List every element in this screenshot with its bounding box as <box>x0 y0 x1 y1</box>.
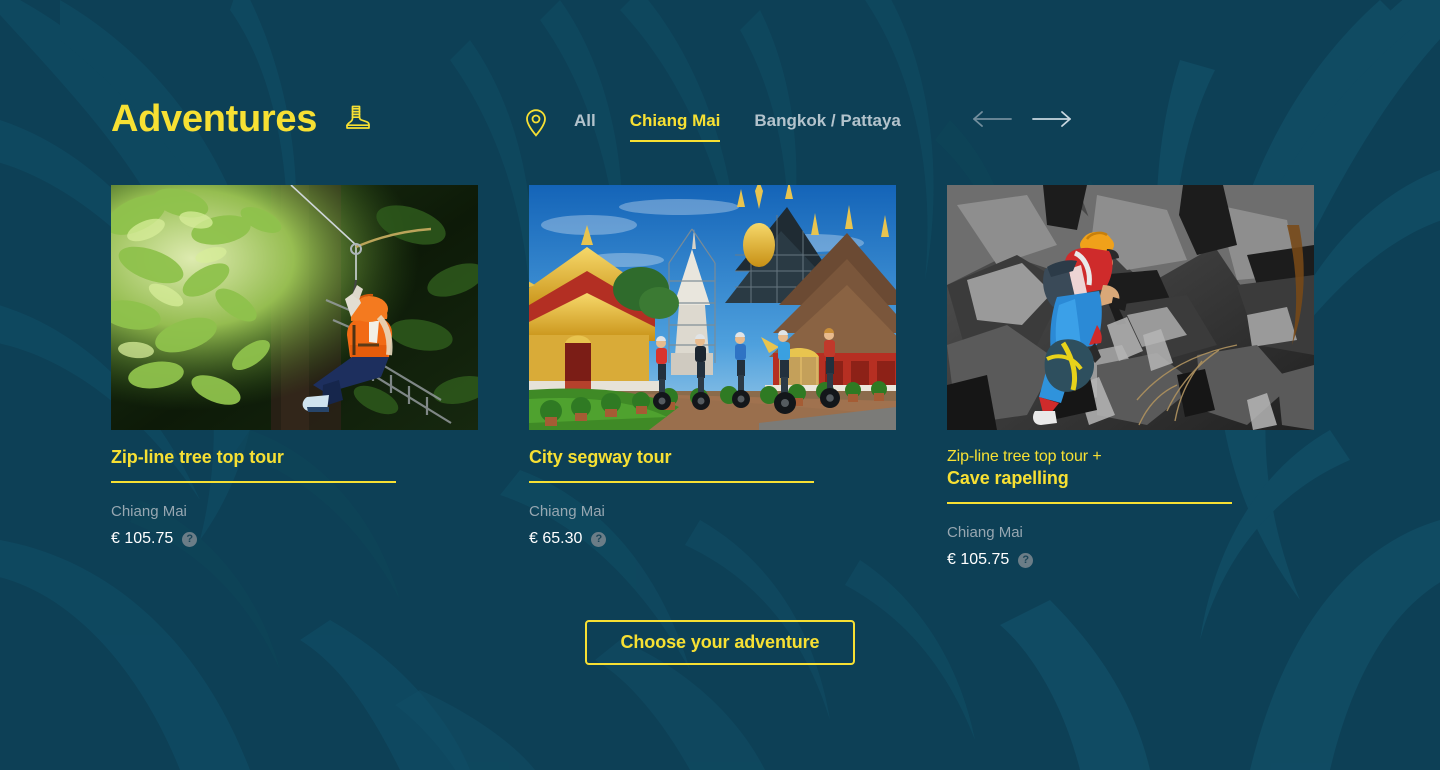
question-mark-icon[interactable]: ? <box>182 531 198 547</box>
card-body: City segway tour Chiang Mai € 65.30 ? <box>529 430 896 550</box>
card-title-main: Cave rapelling <box>947 468 1069 488</box>
adventure-card-list: Zip-line tree top tour Chiang Mai € 105.… <box>111 185 1314 571</box>
card-price-row: € 65.30 ? <box>529 528 896 550</box>
card-price: € 65.30 <box>529 530 583 547</box>
choose-your-adventure-button[interactable]: Choose your adventure <box>584 620 856 665</box>
carousel-arrows <box>972 110 1072 128</box>
title-underline <box>947 502 1232 504</box>
filter-tab-all[interactable]: All <box>574 110 596 142</box>
card-image-cave-rapelling[interactable] <box>947 185 1314 430</box>
question-mark-icon[interactable]: ? <box>1018 552 1034 568</box>
adventure-card[interactable]: Zip-line tree top tour + Cave rapelling … <box>947 185 1314 571</box>
card-title: Zip-line tree top tour + Cave rapelling <box>947 446 1314 490</box>
card-image-segway-temple[interactable] <box>529 185 896 430</box>
filter-tab-bangkok-pattaya[interactable]: Bangkok / Pattaya <box>754 110 900 142</box>
arrow-left-icon[interactable] <box>972 110 1012 128</box>
title-block: Adventures <box>111 96 373 142</box>
adventure-card[interactable]: Zip-line tree top tour Chiang Mai € 105.… <box>111 185 478 571</box>
card-price-row: € 105.75 ? <box>111 528 478 550</box>
adventures-page: Adventures All Chiang Mai Bangkok / Patt… <box>0 0 1440 770</box>
card-title: City segway tour <box>529 446 896 469</box>
card-body: Zip-line tree top tour Chiang Mai € 105.… <box>111 430 478 550</box>
adventure-card[interactable]: City segway tour Chiang Mai € 65.30 ? <box>529 185 896 571</box>
card-location: Chiang Mai <box>947 524 1023 541</box>
card-price: € 105.75 <box>111 530 174 547</box>
filter-tab-chiang-mai[interactable]: Chiang Mai <box>629 110 721 142</box>
card-image-zipline[interactable] <box>111 185 478 430</box>
card-title-main: City segway tour <box>529 447 672 467</box>
page-title: Adventures <box>111 98 318 140</box>
card-title: Zip-line tree top tour <box>111 446 478 469</box>
card-body: Zip-line tree top tour + Cave rapelling … <box>947 430 1314 571</box>
card-title-prefix: Zip-line tree top tour + <box>947 448 1102 465</box>
arrow-right-icon[interactable] <box>1032 110 1072 128</box>
card-price-row: € 105.75 ? <box>947 549 1314 571</box>
map-pin-icon <box>524 108 548 143</box>
page-header: Adventures All Chiang Mai Bangkok / Patt… <box>0 0 1440 180</box>
cta-container: Choose your adventure <box>0 620 1440 665</box>
card-title-main: Zip-line tree top tour <box>111 447 284 467</box>
card-location: Chiang Mai <box>111 503 187 520</box>
question-mark-icon[interactable]: ? <box>591 531 607 547</box>
card-location: Chiang Mai <box>529 503 605 520</box>
title-underline <box>111 481 396 483</box>
card-price: € 105.75 <box>947 551 1010 568</box>
title-underline <box>529 481 814 483</box>
location-filter-nav: All Chiang Mai Bangkok / Pattaya <box>524 108 901 143</box>
hiking-boot-icon <box>343 102 373 137</box>
